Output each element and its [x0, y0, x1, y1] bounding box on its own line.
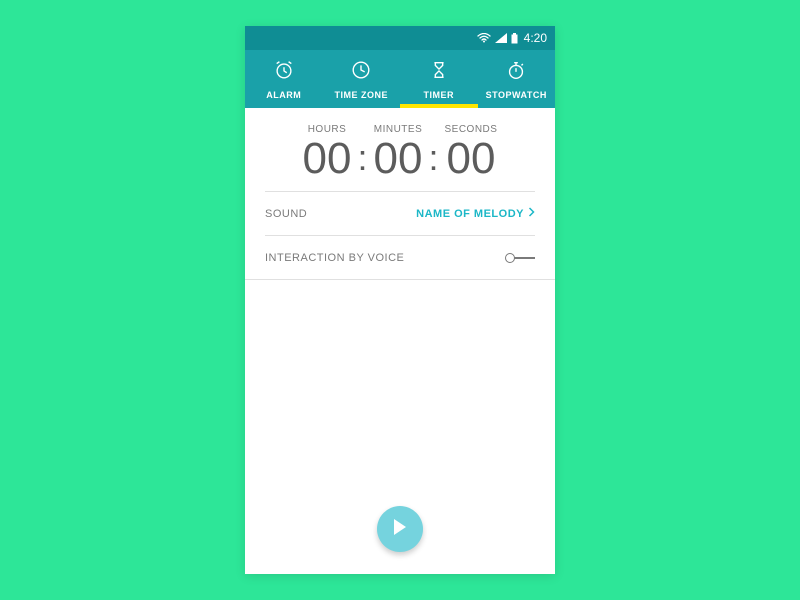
tab-label: ALARM	[266, 90, 301, 100]
sound-value-text: NAME OF MELODY	[416, 208, 524, 220]
wifi-icon	[477, 33, 491, 43]
tab-stopwatch[interactable]: STOPWATCH	[478, 50, 556, 108]
battery-icon	[511, 33, 518, 44]
tab-timezone[interactable]: TIME ZONE	[323, 50, 401, 108]
tab-timer[interactable]: TIMER	[400, 50, 478, 108]
tab-label: TIME ZONE	[335, 90, 389, 100]
sound-label: SOUND	[265, 208, 307, 220]
voice-toggle[interactable]	[505, 252, 535, 264]
hours-value: 00	[303, 137, 352, 181]
fab-area	[245, 506, 555, 574]
status-bar: 4:20	[245, 26, 555, 50]
time-picker: HOURS 00 : MINUTES 00 : SECONDS 00	[265, 108, 535, 192]
hours-picker[interactable]: HOURS 00	[303, 124, 352, 181]
tab-alarm[interactable]: ALARM	[245, 50, 323, 108]
phone-frame: 4:20 ALARM TIME ZONE TIMER STOPWATCH	[245, 26, 555, 574]
clock-icon	[350, 59, 372, 86]
signal-icon	[495, 33, 507, 43]
time-separator: :	[352, 137, 374, 181]
sound-value[interactable]: NAME OF MELODY	[416, 207, 535, 220]
statusbar-time: 4:20	[524, 31, 547, 45]
content-area: HOURS 00 : MINUTES 00 : SECONDS 00 SOUND…	[245, 108, 555, 574]
chevron-right-icon	[528, 207, 535, 220]
play-icon	[392, 518, 408, 541]
start-button[interactable]	[377, 506, 423, 552]
tab-label: TIMER	[424, 90, 455, 100]
stopwatch-icon	[505, 59, 527, 86]
time-separator: :	[422, 137, 444, 181]
seconds-value: 00	[446, 137, 495, 181]
minutes-value: 00	[374, 137, 423, 181]
tab-label: STOPWATCH	[486, 90, 547, 100]
tab-bar: ALARM TIME ZONE TIMER STOPWATCH	[245, 50, 555, 108]
sound-row[interactable]: SOUND NAME OF MELODY	[265, 192, 535, 236]
voice-label: INTERACTION BY VOICE	[265, 252, 404, 264]
minutes-picker[interactable]: MINUTES 00	[374, 124, 423, 181]
voice-row: INTERACTION BY VOICE	[245, 236, 555, 280]
seconds-picker[interactable]: SECONDS 00	[444, 124, 497, 181]
alarm-icon	[273, 59, 295, 86]
hourglass-icon	[428, 59, 450, 86]
